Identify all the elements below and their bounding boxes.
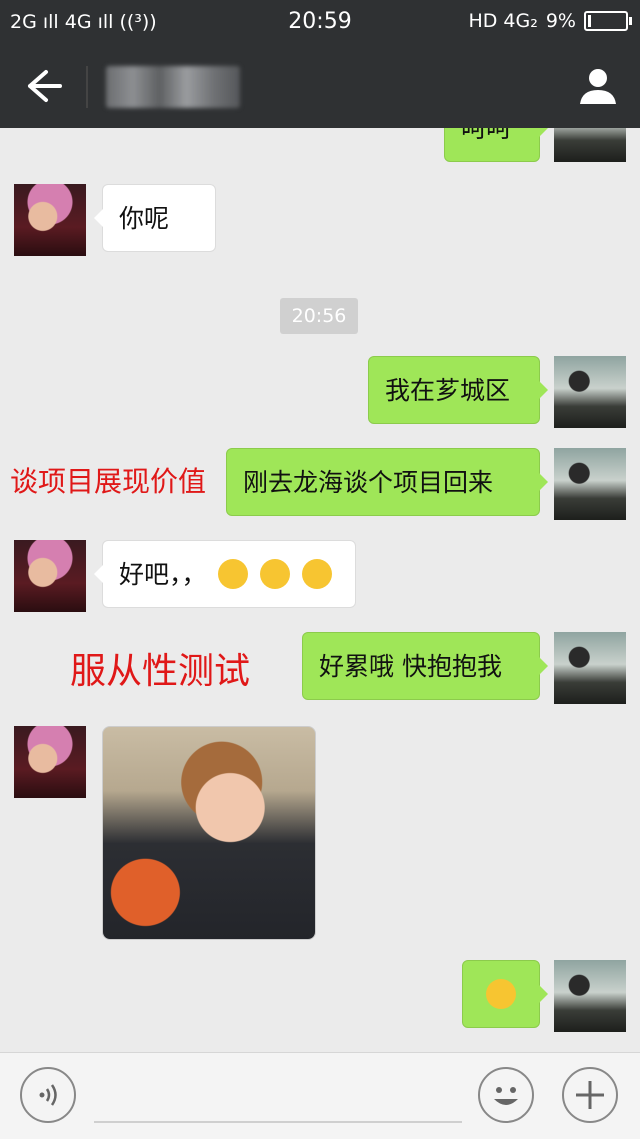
avatar-self[interactable] [554,128,626,162]
profile-button[interactable] [576,64,620,108]
annotation-red-text: 服从性测试 [70,651,251,692]
message-bubble-incoming[interactable]: 好吧，， [94,540,356,608]
laughing-crying-emoji-icon [218,559,249,589]
message-bubble-outgoing[interactable] [462,960,548,1028]
chat-header [0,44,640,128]
image-message[interactable] [102,726,316,940]
sad-emoji-icon [486,979,516,1009]
message-bubble-outgoing[interactable]: 好累哦 快抱抱我 [302,632,548,700]
message-bubble-outgoing[interactable]: 呵呵 [444,128,548,162]
avatar-self[interactable] [554,356,626,428]
message-text: 好吧，， [119,560,207,589]
emoji-button[interactable] [478,1067,534,1123]
contact-name-blurred [106,66,240,108]
status-right: HD 4G₂ 9% [468,10,632,32]
status-bar: 2G ıll 4G ıll ((³)) 20:59 HD 4G₂ 9% [0,0,640,44]
avatar-contact[interactable] [14,540,86,612]
message-bubble-incoming[interactable]: 你呢 [94,184,216,252]
crying-emoji-icon [302,559,333,589]
message-input[interactable] [94,1121,462,1123]
nav-divider [86,66,88,108]
message-timestamp: 20:56 [280,298,358,334]
input-bar [0,1052,640,1139]
avatar-contact[interactable] [14,726,86,798]
arrow-left-icon [28,70,62,102]
battery-icon [584,11,632,31]
chat-area[interactable]: 呵呵 你呢 20:56 我在芗城区 谈项目展现价值 刚去龙海谈个项目回来 好吧，… [0,128,640,1052]
avatar-self[interactable] [554,632,626,704]
avatar-contact[interactable] [14,184,86,256]
smiley-icon [494,1087,518,1105]
voice-icon [39,1084,57,1106]
voice-button[interactable] [20,1067,76,1123]
network-type: HD 4G₂ [468,10,538,32]
person-icon [580,69,616,104]
avatar-self[interactable] [554,960,626,1032]
plus-button[interactable] [562,1067,618,1123]
crying-emoji-icon [260,559,291,589]
avatar-self[interactable] [554,448,626,520]
message-bubble-outgoing[interactable]: 刚去龙海谈个项目回来 [226,448,548,516]
back-button[interactable] [18,64,68,108]
battery-fill [588,15,591,27]
annotation-red-text: 谈项目展现价值 [10,465,207,498]
battery-percent: 9% [545,10,576,32]
plus-icon [576,1081,604,1109]
message-bubble-outgoing[interactable]: 我在芗城区 [368,356,548,424]
